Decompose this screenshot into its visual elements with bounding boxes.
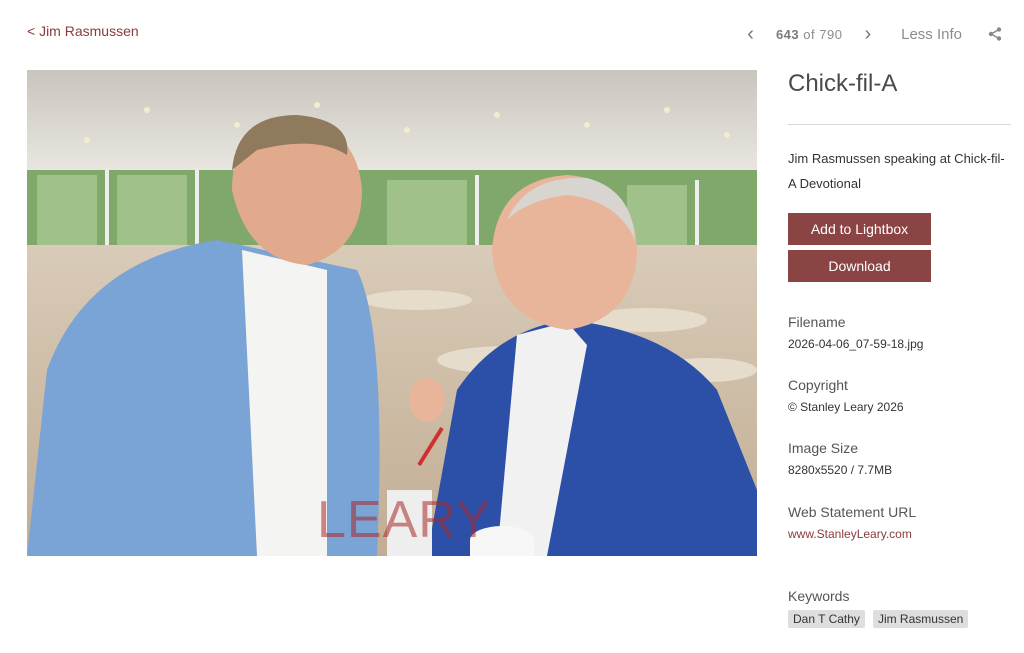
image-size-section: Image Size 8280x5520 / 7.7MB <box>788 440 892 477</box>
image-description: Jim Rasmussen speaking at Chick-fil-A De… <box>788 151 1005 191</box>
next-image-chevron-icon[interactable]: › <box>860 24 875 44</box>
image-info-panel: Chick-fil-A Jim Rasmussen speaking at Ch… <box>788 70 1013 628</box>
share-icon[interactable] <box>988 27 1002 41</box>
filename-value: 2026-04-06_07-59-18.jpg <box>788 337 924 351</box>
photo-illustration <box>27 70 757 556</box>
keyword-tag[interactable]: Dan T Cathy <box>788 610 865 628</box>
total-images: 790 <box>819 26 843 42</box>
copyright-section: Copyright © Stanley Leary 2026 <box>788 377 904 414</box>
image-size-value: 8280x5520 / 7.7MB <box>788 463 893 477</box>
add-to-lightbox-button[interactable]: Add to Lightbox <box>788 213 931 245</box>
copyright-value: © Stanley Leary 2026 <box>788 400 904 414</box>
image-counter: 643 of 790 <box>776 27 843 42</box>
image-pager: ‹ 643 of 790 › Less Info <box>743 22 1002 46</box>
less-info-button[interactable]: Less Info <box>901 26 962 43</box>
keyword-tag[interactable]: Jim Rasmussen <box>872 610 969 628</box>
previous-image-chevron-icon[interactable]: ‹ <box>743 24 758 44</box>
copyright-label: Copyright <box>788 377 848 393</box>
of-label: of <box>803 26 816 42</box>
web-statement-link[interactable]: www.StanleyLeary.com <box>788 527 916 541</box>
filename-section: Filename 2026-04-06_07-59-18.jpg <box>788 314 923 351</box>
photo-watermark: LEARY <box>317 491 492 549</box>
filename-label: Filename <box>788 314 846 330</box>
back-to-gallery-link[interactable]: < Jim Rasmussen <box>27 23 139 39</box>
image-title: Chick-fil-A <box>788 70 898 97</box>
download-button[interactable]: Download <box>788 250 931 282</box>
title-divider <box>788 124 1011 125</box>
current-image-number: 643 <box>775 26 800 42</box>
keyword-tags: Dan T Cathy Jim Rasmussen <box>788 610 969 628</box>
web-statement-section: Web Statement URL www.StanleyLeary.com <box>788 504 916 541</box>
image-size-label: Image Size <box>788 440 859 456</box>
keywords-section: Keywords Dan T Cathy Jim Rasmussen <box>788 588 969 628</box>
web-statement-label: Web Statement URL <box>788 504 917 520</box>
main-photo[interactable]: LEARY <box>27 70 757 556</box>
keywords-label: Keywords <box>788 588 850 604</box>
